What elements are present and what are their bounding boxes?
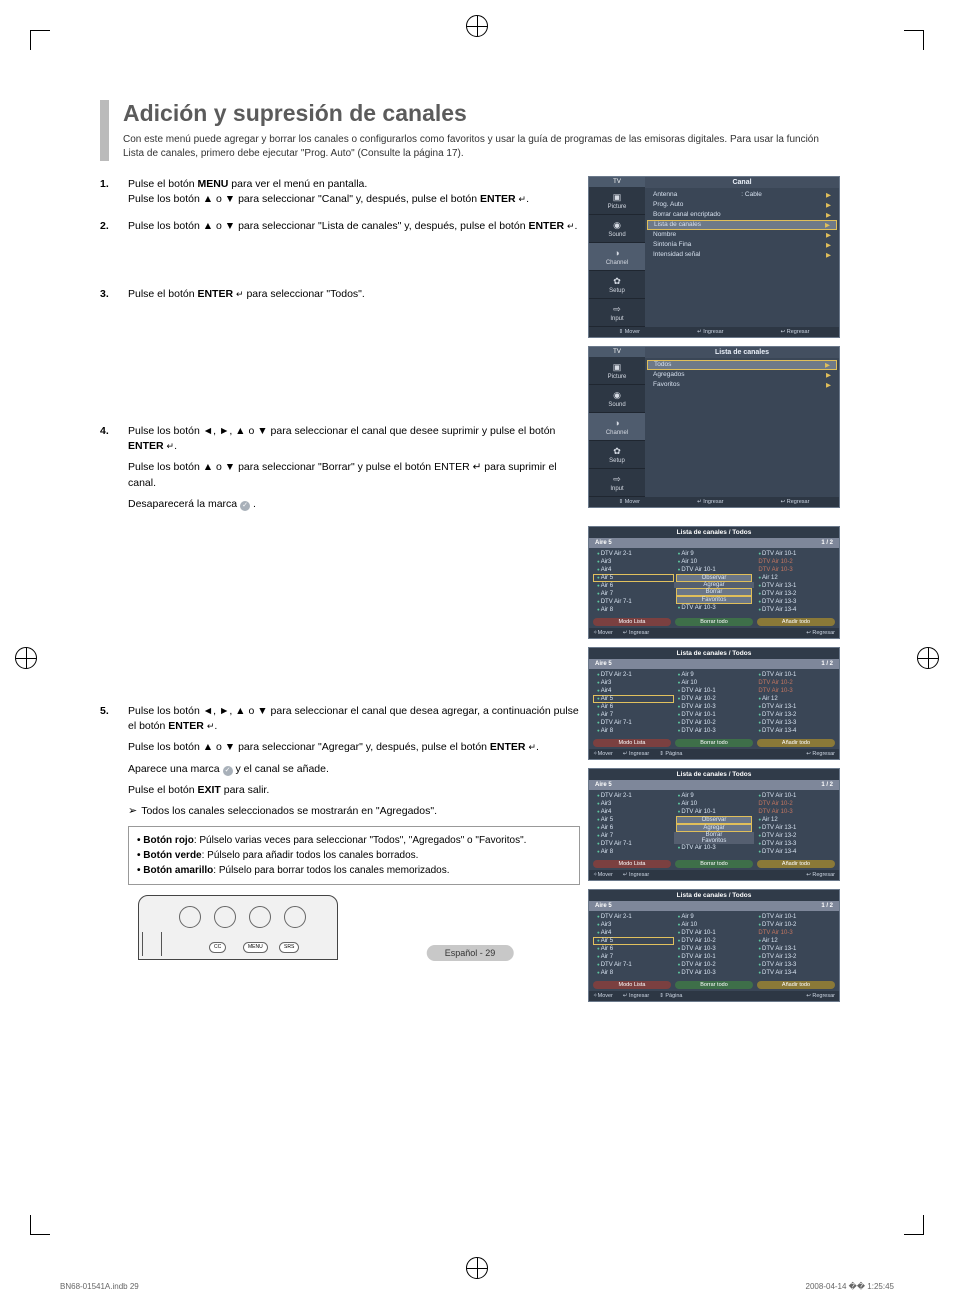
osd-footer: ⇕ Mover↵ Ingresar↩ Regresar bbox=[589, 327, 839, 337]
osd-channel-menu: TV ▣Picture ◉Sound ◑Channel ✿Setup ⇨Inpu… bbox=[588, 176, 840, 338]
osd-tv-label: TV bbox=[589, 347, 645, 357]
registration-mark-icon bbox=[917, 647, 939, 669]
osd-header: Canal bbox=[645, 177, 839, 188]
input-icon: ⇨ bbox=[613, 475, 621, 484]
osd-tab-picture: ▣Picture bbox=[589, 357, 645, 385]
remote-red-button-icon bbox=[179, 906, 201, 928]
osd-item: Favoritos▶ bbox=[645, 380, 839, 390]
channel-icon: ◑ bbox=[614, 419, 619, 428]
clist-item-deleted: DTV Air 10-3 bbox=[754, 566, 835, 574]
enter-icon: ↵ bbox=[519, 194, 527, 204]
osd-tab-input: ⇨Input bbox=[589, 469, 645, 497]
osd-figures: TV ▣Picture ◉Sound ◑Channel ✿Setup ⇨Inpu… bbox=[588, 176, 840, 1010]
picture-icon: ▣ bbox=[613, 363, 622, 372]
remote-green-button-icon bbox=[214, 906, 236, 928]
clist-footer: ✧Mover↵ Ingresar↩ Regresar bbox=[589, 628, 839, 638]
clist-item-deleted: DTV Air 10-2 bbox=[754, 558, 835, 566]
doc-timestamp: 2008-04-14 �� 1:25:45 bbox=[806, 1282, 894, 1291]
sound-icon: ◉ bbox=[613, 391, 621, 400]
osd-tab-channel: ◑Channel bbox=[589, 413, 645, 441]
input-icon: ⇨ bbox=[613, 305, 621, 314]
sound-icon: ◉ bbox=[613, 221, 621, 230]
osd-lista-menu: TV ▣Picture ◉Sound ◑Channel ✿Setup ⇨Inpu… bbox=[588, 346, 840, 508]
osd-footer: ⇕ Mover↵ Ingresar↩ Regresar bbox=[589, 497, 839, 507]
remote-yellow-button-icon bbox=[249, 906, 271, 928]
clist-title: Lista de canales / Todos bbox=[589, 527, 839, 538]
osd-tab-input: ⇨Input bbox=[589, 299, 645, 327]
osd-tab-picture: ▣Picture bbox=[589, 187, 645, 215]
channel-list-add-submenu: Lista de canales / TodosAire 51 / 2●DTV … bbox=[588, 768, 840, 881]
osd-tab-sound: ◉Sound bbox=[589, 385, 645, 413]
remote-control-figure: CC MENU SRS bbox=[128, 895, 348, 985]
registration-mark-icon bbox=[466, 15, 488, 37]
remote-menu-button: MENU bbox=[243, 942, 268, 953]
step-number: 1. bbox=[100, 177, 128, 192]
channel-list-delete-submenu: Lista de canales / Todos Aire 51 / 2 ●DT… bbox=[588, 526, 840, 639]
osd-tab-sound: ◉Sound bbox=[589, 215, 645, 243]
osd-tab-setup: ✿Setup bbox=[589, 271, 645, 299]
check-icon: ✓ bbox=[240, 501, 250, 511]
crop-mark bbox=[30, 1215, 50, 1235]
step-number: 3. bbox=[100, 287, 128, 302]
submenu-borrar: Borrar bbox=[676, 588, 753, 596]
page-number: Español - 29 bbox=[427, 945, 514, 961]
osd-item-selected: Lista de canales▶ bbox=[647, 220, 837, 230]
channel-list-after-delete: Lista de canales / TodosAire 51 / 2●DTV … bbox=[588, 647, 840, 760]
osd-item: Agregados▶ bbox=[645, 370, 839, 380]
osd-item: Sintonía Fina▶ bbox=[645, 240, 839, 250]
osd-tab-channel: ◑Channel bbox=[589, 243, 645, 271]
crop-mark bbox=[30, 30, 50, 50]
enter-icon: ↵ bbox=[236, 289, 244, 299]
remote-cc-button: CC bbox=[209, 942, 226, 953]
enter-icon: ↵ bbox=[167, 441, 175, 451]
osd-item-selected: Todos▶ bbox=[647, 360, 837, 370]
crop-mark bbox=[904, 1215, 924, 1235]
submenu-observar: Observar bbox=[676, 574, 753, 582]
pill-anadir-todo: Añadir todo bbox=[757, 618, 835, 626]
step-number: 5. bbox=[100, 704, 128, 719]
crop-mark bbox=[904, 30, 924, 50]
doc-file: BN68-01541A.indb 29 bbox=[60, 1282, 139, 1291]
registration-mark-icon bbox=[466, 1257, 488, 1279]
step-number: 2. bbox=[100, 219, 128, 234]
osd-item: Intensidad señal▶ bbox=[645, 250, 839, 260]
osd-item: Prog. Auto▶ bbox=[645, 200, 839, 210]
channel-icon: ◑ bbox=[614, 249, 619, 258]
color-button-box: Botón rojo: Púlselo varias veces para se… bbox=[128, 826, 580, 885]
setup-icon: ✿ bbox=[613, 447, 621, 456]
picture-icon: ▣ bbox=[613, 193, 622, 202]
registration-mark-icon bbox=[15, 647, 37, 669]
enter-icon: ↵ bbox=[567, 221, 575, 231]
channel-list-after-add: Lista de canales / TodosAire 51 / 2●DTV … bbox=[588, 889, 840, 1002]
step-5-note: Todos los canales seleccionados se mostr… bbox=[128, 804, 580, 820]
check-icon: ✓ bbox=[223, 766, 233, 776]
enter-icon: ↵ bbox=[528, 742, 536, 752]
step-4b: Pulse los botón ▲ o ▼ para seleccionar "… bbox=[128, 460, 580, 490]
enter-icon: ↵ bbox=[207, 721, 215, 731]
osd-item: Nombre▶ bbox=[645, 230, 839, 240]
pill-modo-lista: Modo Lista bbox=[593, 618, 671, 626]
doc-meta: BN68-01541A.indb 29 2008-04-14 �� 1:25:4… bbox=[60, 1282, 894, 1291]
page-title: Adición y supresión de canales bbox=[123, 100, 840, 127]
pill-borrar-todo: Borrar todo bbox=[675, 618, 753, 626]
title-block: Adición y supresión de canales Con este … bbox=[100, 100, 840, 161]
osd-item: Borrar canal encriptado▶ bbox=[645, 210, 839, 220]
osd-tab-setup: ✿Setup bbox=[589, 441, 645, 469]
intro-text: Con este menú puede agregar y borrar los… bbox=[123, 133, 840, 161]
remote-blue-button-icon bbox=[284, 906, 306, 928]
osd-tv-label: TV bbox=[589, 177, 645, 187]
osd-header: Lista de canales bbox=[645, 347, 839, 358]
osd-item: Antenna: Cable▶ bbox=[645, 190, 839, 200]
setup-icon: ✿ bbox=[613, 277, 621, 286]
clist-subheader: Aire 51 / 2 bbox=[589, 538, 839, 548]
submenu-favoritos: Favoritos bbox=[676, 596, 753, 604]
remote-srs-button: SRS bbox=[279, 942, 299, 953]
step-number: 4. bbox=[100, 424, 128, 439]
